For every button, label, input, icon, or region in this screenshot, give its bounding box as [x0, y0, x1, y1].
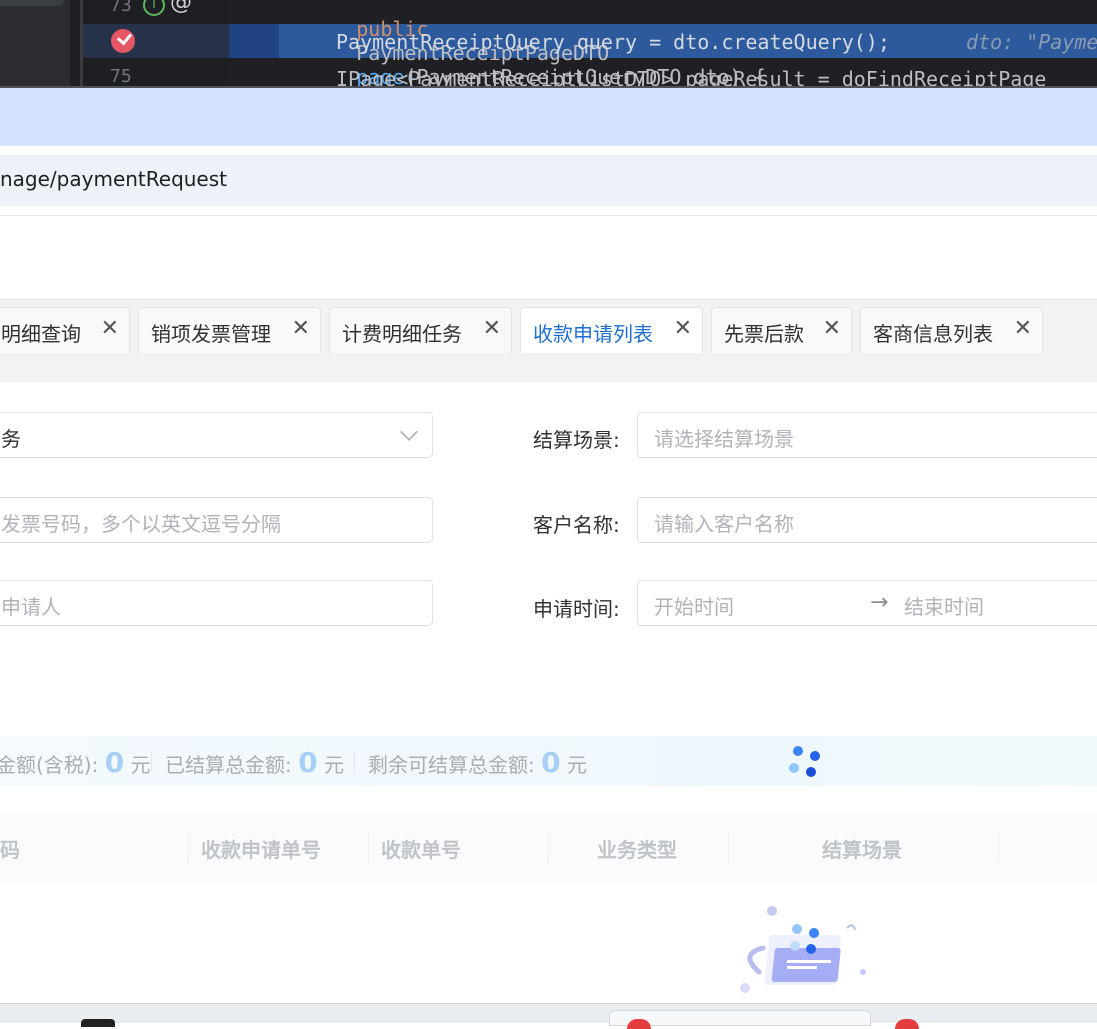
tab-detail-query[interactable]: 明细查询 ✕ — [0, 307, 130, 353]
close-icon[interactable]: ✕ — [292, 316, 310, 341]
settle-scene-label: 结算场景: — [533, 428, 620, 452]
loading-icon — [786, 744, 826, 784]
table-header: 码 收款申请单号 收款单号 业务类型 结算场景 — [0, 812, 1097, 882]
close-icon[interactable]: ✕ — [823, 316, 841, 341]
browser-icon[interactable] — [895, 1019, 919, 1029]
business-type-select[interactable]: 务 — [0, 412, 433, 458]
close-icon[interactable]: ✕ — [674, 316, 692, 341]
app-header — [0, 216, 1097, 299]
summary-settled-amount: 已结算总金额: 0 元 — [165, 746, 344, 779]
apply-time-range-picker[interactable]: 开始时间 → 结束时间 — [637, 580, 1097, 626]
column-header[interactable]: 码 — [0, 834, 20, 863]
customer-name-input[interactable]: 请输入客户名称 — [637, 497, 1097, 543]
browser-tabstrip — [0, 88, 1097, 146]
range-arrow-icon: → — [870, 590, 889, 615]
os-taskbar — [0, 1003, 1097, 1029]
applicant-input[interactable]: 申请人 — [0, 580, 433, 626]
app-icon[interactable] — [81, 1019, 115, 1027]
table-body — [0, 882, 1097, 1002]
search-form: 务 结算场景: 请选择结算场景 发票号码，多个以英文逗号分隔 客户名称: 请输入… — [0, 382, 1097, 722]
tab-payment-request-list[interactable]: 收款申请列表 ✕ — [520, 307, 703, 353]
tab-billing-task[interactable]: 计费明细任务 ✕ — [329, 307, 512, 353]
empty-data-illustration — [735, 900, 875, 1000]
start-time-input[interactable]: 开始时间 — [654, 591, 734, 620]
end-time-input[interactable]: 结束时间 — [904, 591, 984, 620]
column-header[interactable]: 业务类型 — [597, 834, 677, 863]
tab-invoice-first[interactable]: 先票后款 ✕ — [711, 307, 852, 353]
column-header[interactable]: 收款申请单号 — [201, 834, 321, 863]
apply-time-label: 申请时间: — [533, 597, 620, 621]
summary-total-amount: 金额(含税): 0 元 — [0, 746, 151, 779]
column-header[interactable]: 结算场景 — [822, 834, 902, 863]
column-header[interactable]: 收款单号 — [381, 834, 461, 863]
address-bar[interactable]: nage/paymentRequest — [0, 155, 1097, 206]
close-icon[interactable]: ✕ — [101, 316, 119, 341]
close-icon[interactable]: ✕ — [1014, 316, 1032, 341]
summary-remaining-amount: 剩余可结算总金额: 0 元 — [368, 746, 587, 779]
browser-icon[interactable] — [627, 1019, 651, 1029]
settle-scene-select[interactable]: 请选择结算场景 — [637, 412, 1097, 458]
debug-inline-value: dto: "Payme — [966, 30, 1097, 54]
page-tabs-bar: 明细查询 ✕ 销项发票管理 ✕ 计费明细任务 ✕ 收款申请列表 ✕ 先票后款 ✕… — [0, 299, 1097, 383]
chevron-down-icon — [400, 423, 418, 441]
close-icon[interactable]: ✕ — [483, 316, 501, 341]
tab-customer-list[interactable]: 客商信息列表 ✕ — [860, 307, 1043, 353]
customer-name-label: 客户名称: — [533, 513, 620, 537]
address-url[interactable]: nage/paymentRequest — [0, 167, 227, 191]
tab-output-invoice[interactable]: 销项发票管理 ✕ — [138, 307, 321, 353]
amount-summary-bar: 金额(含税): 0 元 已结算总金额: 0 元 剩余可结算总金额: 0 元 — [0, 736, 1097, 786]
ide-editor-strip: 73 I @ 75 public PaymentReceiptPageDTO p… — [0, 0, 1097, 88]
code-line-75[interactable]: IPage<PaymentReceiptListDTO> pageResult … — [0, 61, 1097, 88]
code-line-74[interactable]: PaymentReceiptQuery query = dto.createQu… — [0, 24, 1097, 58]
code-line-73[interactable]: public PaymentReceiptPageDTO page(Paymen… — [0, 0, 1097, 88]
invoice-number-input[interactable]: 发票号码，多个以英文逗号分隔 — [0, 497, 433, 543]
